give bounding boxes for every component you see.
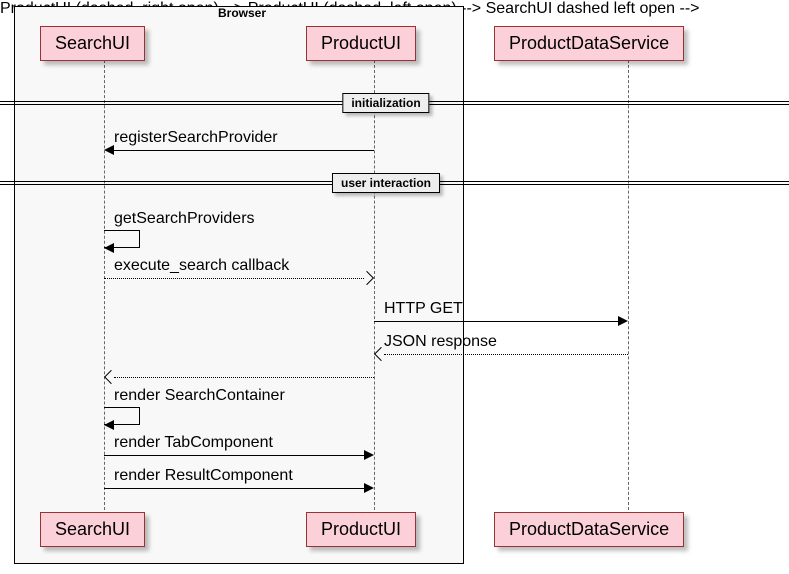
msg-registersearchprovider: registerSearchProvider <box>114 129 278 147</box>
participant-searchui-bottom: SearchUI <box>40 512 145 547</box>
arrowhead-rendertabcomponent <box>364 450 374 460</box>
msg-jsonresponse: JSON response <box>384 333 497 351</box>
participant-searchui-top: SearchUI <box>40 26 145 61</box>
msg-httpget: HTTP GET <box>384 300 463 318</box>
participant-productui-bottom: ProductUI <box>306 512 416 547</box>
participant-productdataservice-top: ProductDataService <box>494 26 684 61</box>
arrowhead-httpget <box>618 316 628 326</box>
msg-executesearchcallback: execute_search callback <box>114 257 289 275</box>
arrowhead-getsearchproviders <box>104 243 114 253</box>
msg-rendersearchcontainer: render SearchContainer <box>114 387 285 405</box>
lifeline-searchui <box>104 60 105 510</box>
divider-userinteraction-label: user interaction <box>332 173 440 193</box>
arrow-registersearchprovider <box>114 150 374 151</box>
participant-productdataservice-bottom: ProductDataService <box>494 512 684 547</box>
arrowhead-registersearchprovider <box>104 145 114 155</box>
arrow-rendertabcomponent <box>104 455 364 456</box>
group-browser-label: Browser <box>218 6 266 20</box>
lifeline-productui <box>374 60 375 510</box>
lifeline-productdataservice <box>628 60 629 510</box>
arrow-jsonresponse <box>384 354 628 355</box>
sequence-diagram: Browser SearchUI ProductUI ProductDataSe… <box>0 0 789 574</box>
divider-initialization-label: initialization <box>342 93 429 113</box>
arrow-renderresultcomponent <box>104 488 364 489</box>
participant-productui-top: ProductUI <box>306 26 416 61</box>
msg-renderresultcomponent: render ResultComponent <box>114 467 293 485</box>
msg-rendertabcomponent: render TabComponent <box>114 434 273 452</box>
arrowhead-renderresultcomponent <box>364 483 374 493</box>
arrow-executesearchcallback <box>104 278 364 279</box>
arrow-httpget <box>374 321 618 322</box>
msg-getsearchproviders: getSearchProviders <box>114 210 255 228</box>
arrowhead-rendersearchcontainer <box>104 420 114 430</box>
arrow-return-to-searchui <box>114 377 374 378</box>
